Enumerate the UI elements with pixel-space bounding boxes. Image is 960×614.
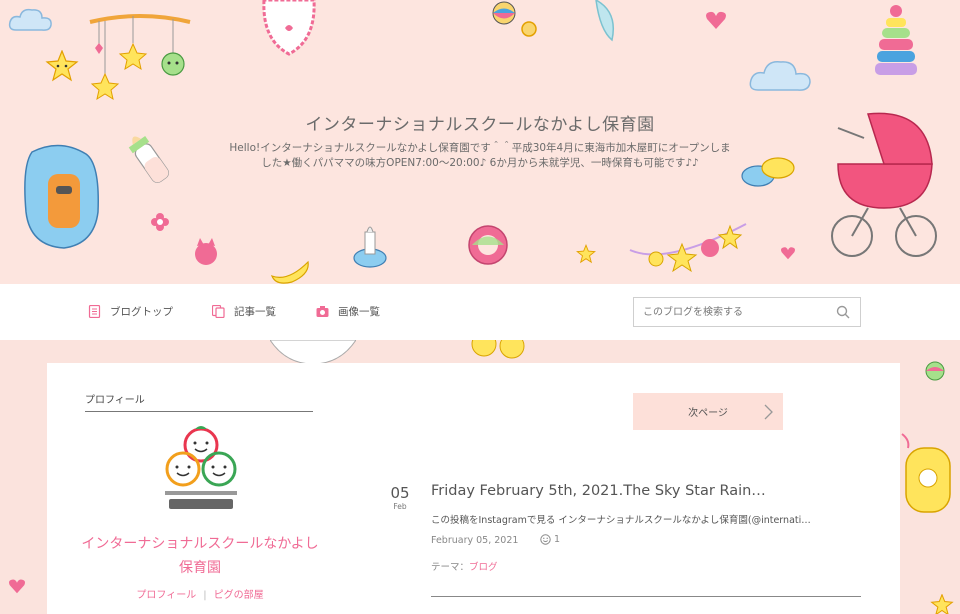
nav-item-article-list[interactable]: 記事一覧 (212, 304, 276, 319)
star-icon (45, 50, 79, 82)
post-date: February 05, 2021 (431, 535, 519, 546)
ball-icon (925, 361, 945, 381)
post-day: 05 (390, 484, 410, 502)
nav-item-label: 画像一覧 (338, 306, 380, 318)
camera-icon (316, 306, 329, 317)
cloud-icon (749, 60, 811, 91)
nav-item-blog-top[interactable]: ブログトップ (88, 304, 173, 319)
theme-label: テーマ： (431, 562, 470, 573)
blog-description: Hello!インターナショナルスクールなかよし保育園です＾＾平成30年4月に東海… (229, 142, 731, 169)
bottle-icon (128, 136, 169, 183)
ring-toy-icon (521, 21, 537, 37)
heart-icon (706, 11, 726, 30)
link-separator: | (203, 590, 207, 601)
star-icon (930, 594, 954, 614)
rattle-chain-icon (629, 223, 747, 273)
feather-icon (595, 0, 614, 42)
ball-icon (492, 1, 516, 25)
blog-title[interactable]: インターナショナルスクールなかよし保育園 (0, 110, 960, 135)
nav-bar: ブログトップ 記事一覧 画像一覧 (0, 284, 960, 340)
like-button[interactable]: 1 (540, 534, 560, 545)
content-panel: プロフィール インターナショナルスクールなかよし保育園 プロフィール | ピグの部屋… (47, 363, 900, 614)
smile-icon (540, 534, 551, 545)
search-input[interactable] (634, 298, 824, 326)
profile-name-link[interactable]: インターナショナルスクールなかよし保育園 (80, 532, 320, 580)
chevron-right-icon (764, 404, 773, 420)
search-box (633, 297, 861, 327)
cat-toy-icon (195, 238, 217, 265)
banana-icon (270, 260, 309, 284)
search-icon[interactable] (836, 305, 850, 319)
pigg-room-link[interactable]: ピグの部屋 (214, 590, 264, 601)
nav-item-label: ブログトップ (110, 306, 173, 318)
post-excerpt: この投稿をInstagramで見る インターナショナルスクールなかよし保育園(@… (431, 515, 811, 526)
post-title-link[interactable]: Friday February 5th, 2021.The Sky Star R… (431, 483, 861, 499)
flower-icon (151, 213, 169, 231)
next-page-label: 次ページ (688, 408, 728, 419)
school-logo[interactable] (161, 425, 241, 515)
document-icon (88, 305, 101, 318)
car-seat-icon (24, 144, 99, 249)
heart-icon (9, 579, 25, 594)
bottle-icon (353, 226, 387, 268)
nav-item-image-list[interactable]: 画像一覧 (316, 304, 380, 319)
heart-icon (781, 247, 795, 260)
diaper-icon (270, 340, 356, 364)
blog-header: インターナショナルスクールなかよし保育園 Hello!インターナショナルスクール… (0, 0, 960, 284)
like-count: 1 (554, 534, 561, 545)
teether-icon (468, 225, 508, 265)
next-page-button[interactable]: 次ページ (633, 393, 783, 430)
stacking-rings-icon (875, 5, 917, 75)
flower-icon (471, 340, 525, 359)
mobile-toy-icon (89, 14, 191, 101)
post-month: Feb (393, 502, 407, 511)
baby-monitor-icon (901, 433, 951, 513)
nav-item-label: 記事一覧 (234, 306, 276, 318)
profile-links: プロフィール | ピグの部屋 (80, 586, 320, 601)
baby-shoes-icon (741, 157, 795, 187)
post-theme: テーマ：ブログ (431, 559, 498, 573)
profile-heading: プロフィール (85, 391, 313, 412)
bib-icon (262, 0, 316, 56)
post-divider (431, 596, 861, 597)
star-icon (576, 244, 596, 264)
cloud-icon (8, 8, 52, 31)
theme-link[interactable]: ブログ (469, 562, 498, 573)
profile-link[interactable]: プロフィール (136, 590, 196, 601)
copy-icon (212, 305, 225, 318)
